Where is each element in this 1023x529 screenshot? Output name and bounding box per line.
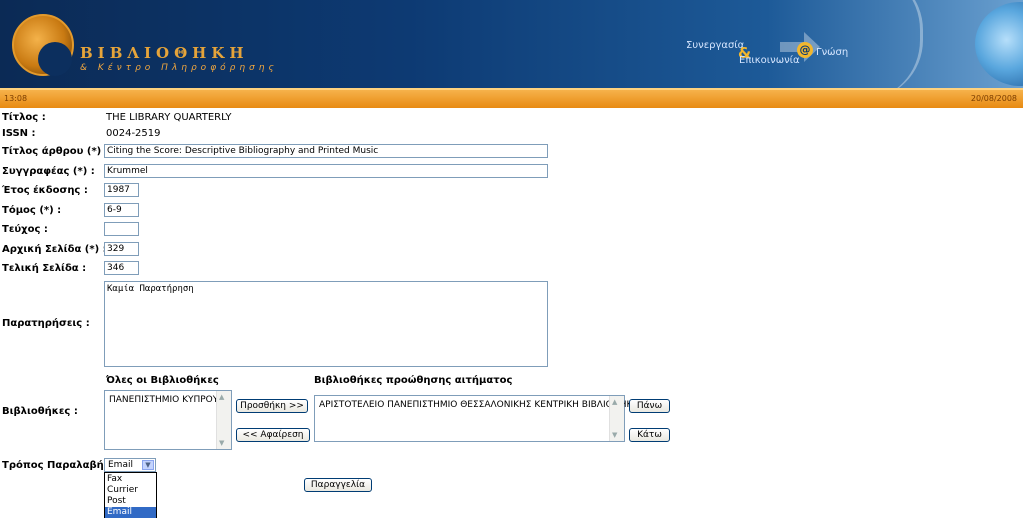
order-button[interactable]: Παραγγελία [304,478,372,492]
libraries-label: Βιβλιοθήκες : [2,406,78,417]
authors-input[interactable] [104,164,548,178]
title-label: Τίτλος : [2,112,46,123]
title-value: THE LIBRARY QUARTERLY [106,112,232,123]
current-time: 13:08 [4,94,28,103]
status-bar: 13:08 20/08/2008 [0,88,1023,108]
chevron-down-icon[interactable]: ▼ [142,460,154,470]
delivery-selected-value: Email [108,460,133,470]
list-item[interactable]: ΠΑΝΕΠΙΣΤΗΜΙΟ ΚΥΠΡΟΥ [109,395,218,405]
selected-libraries-title: Βιβλιοθήκες προώθησης αιτήματος [314,375,513,386]
volume-label: Τόμος (*) : [2,205,62,216]
scroll-up-icon[interactable]: ▲ [219,393,224,401]
header-decoration [860,0,923,88]
logo-subtitle: & Κέντρο Πληροφόρησης [80,63,278,73]
at-sign-icon: @ [797,42,813,58]
end-page-label: Τελική Σελίδα : [2,263,87,274]
remove-library-button[interactable]: << Αφαίρεση [236,428,310,442]
all-libraries-title: Όλες οι Βιβλιοθήκες [106,375,219,386]
dropdown-option-fax[interactable]: Fax [105,474,156,485]
all-libraries-listbox[interactable]: ΠΑΝΕΠΙΣΤΗΜΙΟ ΚΥΠΡΟΥ ▲ ▼ [104,390,232,450]
current-date: 20/08/2008 [970,94,1017,103]
globe-icon [975,2,1023,86]
end-page-input[interactable] [104,261,139,275]
volume-input[interactable] [104,203,139,217]
article-title-input[interactable] [104,144,548,158]
selected-libraries-listbox[interactable]: ΑΡΙΣΤΟΤΕΛΕΙΟ ΠΑΝΕΠΙΣΤΗΜΙΟ ΘΕΣΣΑΛΟΝΙΚΗΣ Κ… [314,395,639,442]
slogan-cooperation: Συνεργασία [686,40,745,51]
delivery-method-select[interactable]: Email ▼ [104,458,156,472]
move-down-button[interactable]: Κάτω [629,428,670,442]
site-header: ΒΙΒΛΙΟΘΗΚΗ & Κέντρο Πληροφόρησης Συνεργα… [0,0,1023,88]
year-label: Έτος έκδοσης : [2,185,88,196]
issue-input[interactable] [104,222,139,236]
remarks-textarea[interactable]: Καμία Παρατήρηση [104,281,548,367]
move-up-button[interactable]: Πάνω [629,399,670,413]
scrollbar[interactable]: ▲ ▼ [216,391,231,449]
issn-label: ISSN : [2,128,36,139]
logo-emblem [12,14,74,76]
authors-label: Συγγραφέας (*) : [2,166,95,177]
list-item[interactable]: ΑΡΙΣΤΟΤΕΛΕΙΟ ΠΑΝΕΠΙΣΤΗΜΙΟ ΘΕΣΣΑΛΟΝΙΚΗΣ Κ… [319,400,639,410]
scroll-down-icon[interactable]: ▼ [219,439,224,447]
logo-title: ΒΙΒΛΙΟΘΗΚΗ [80,44,249,62]
delivery-label: Τρόπος Παραλαβής : [2,460,118,471]
start-page-label: Αρχική Σελίδα (*) : [2,244,107,255]
issn-value: 0024-2519 [106,128,161,139]
remarks-label: Παρατηρήσεις : [2,318,90,329]
slogan-knowledge: Γνώση [816,47,849,58]
dropdown-option-post[interactable]: Post [105,496,156,507]
add-library-button[interactable]: Προσθήκη >> [236,399,308,413]
dropdown-option-email[interactable]: Email [105,507,156,518]
scroll-up-icon[interactable]: ▲ [612,398,617,406]
year-input[interactable] [104,183,139,197]
issue-label: Τεύχος : [2,224,48,235]
dropdown-option-currier[interactable]: Currier [105,485,156,496]
scroll-down-icon[interactable]: ▼ [612,431,617,439]
scrollbar[interactable]: ▲ ▼ [609,396,624,441]
slogan-communication: Επικοινωνία [739,55,800,66]
start-page-input[interactable] [104,242,139,256]
article-title-label: Τίτλος άρθρου (*) : [2,146,109,157]
delivery-dropdown-list: Fax Currier Post Email [104,472,157,518]
